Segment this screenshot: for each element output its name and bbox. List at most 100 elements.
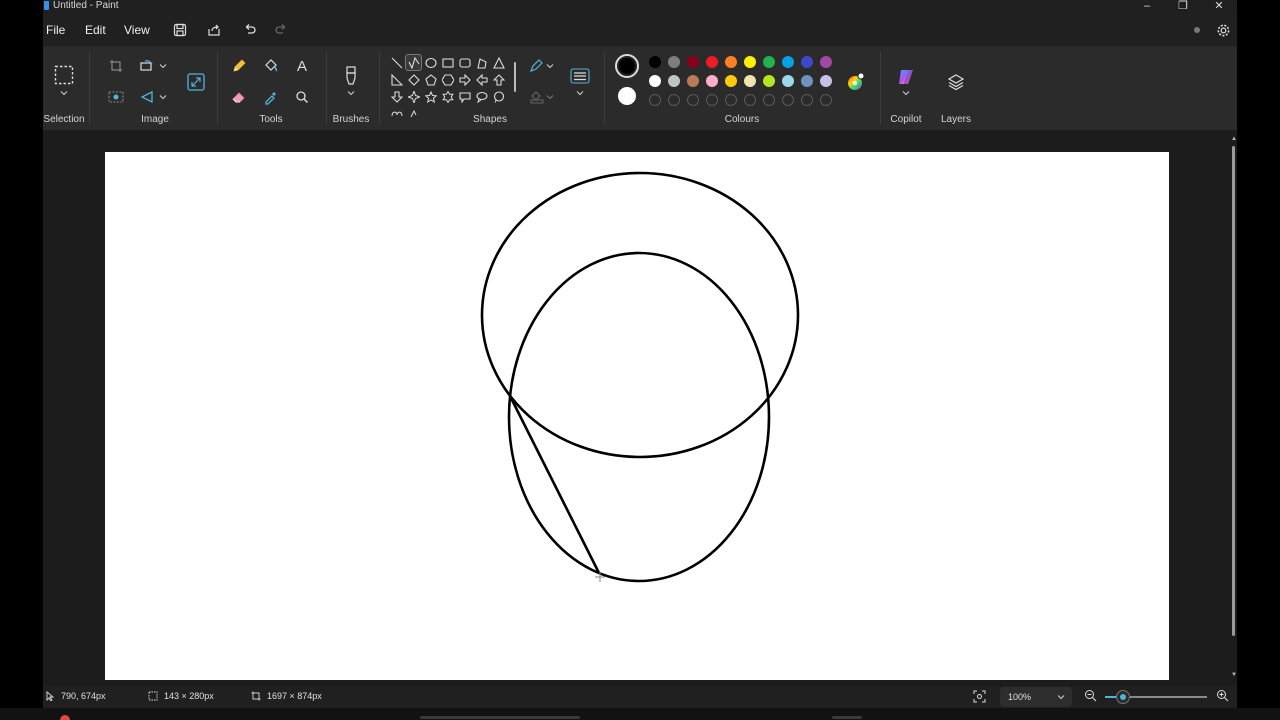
primary-colour-ring[interactable] bbox=[615, 54, 639, 78]
custom-colour-slot[interactable] bbox=[687, 94, 699, 106]
secondary-colour-swatch[interactable] bbox=[618, 87, 636, 105]
colour-swatch[interactable] bbox=[668, 56, 680, 68]
stroke-size-chevron-down-icon[interactable] bbox=[570, 88, 590, 98]
zoom-in-icon[interactable] bbox=[1216, 689, 1229, 704]
vertical-scrollbar[interactable]: ▲ ▼ bbox=[1229, 136, 1237, 678]
edit-colours-icon[interactable] bbox=[844, 71, 866, 93]
custom-colour-slot[interactable] bbox=[668, 94, 680, 106]
copilot-chevron-down-icon[interactable] bbox=[896, 88, 916, 98]
remove-background-icon[interactable] bbox=[106, 87, 126, 107]
zoom-dropdown[interactable]: 100% bbox=[1000, 687, 1072, 707]
copilot-icon[interactable] bbox=[895, 66, 917, 88]
selection-chevron-down-icon[interactable] bbox=[55, 88, 73, 98]
shapes-scrollbar[interactable] bbox=[514, 62, 516, 92]
diamond-shape-icon[interactable] bbox=[405, 71, 422, 88]
five-point-star-shape-icon[interactable] bbox=[422, 88, 439, 105]
six-point-star-shape-icon[interactable] bbox=[439, 88, 456, 105]
heart-shape-icon[interactable] bbox=[388, 105, 405, 122]
colour-swatch[interactable] bbox=[649, 56, 661, 68]
zoom-out-icon[interactable] bbox=[1084, 689, 1097, 704]
colour-swatch[interactable] bbox=[668, 75, 680, 87]
line-shape-icon[interactable] bbox=[388, 54, 405, 71]
oval-shape-icon[interactable] bbox=[422, 54, 439, 71]
custom-colour-slot[interactable] bbox=[706, 94, 718, 106]
minimize-button[interactable]: – bbox=[1129, 0, 1165, 12]
resize-image-icon[interactable] bbox=[185, 71, 207, 93]
hexagon-shape-icon[interactable] bbox=[439, 71, 456, 88]
rectangle-select-icon[interactable] bbox=[54, 65, 74, 85]
custom-colour-slot[interactable] bbox=[782, 94, 794, 106]
rectangle-shape-icon[interactable] bbox=[439, 54, 456, 71]
share-icon[interactable] bbox=[206, 22, 222, 38]
fill-bucket-icon[interactable] bbox=[261, 56, 281, 76]
taskbar-app-icon[interactable] bbox=[60, 715, 70, 720]
colour-swatch[interactable] bbox=[763, 75, 775, 87]
colour-swatch[interactable] bbox=[801, 75, 813, 87]
colour-swatch[interactable] bbox=[744, 75, 756, 87]
custom-colour-slot[interactable] bbox=[649, 94, 661, 106]
colour-swatch[interactable] bbox=[649, 75, 661, 87]
right-triangle-shape-icon[interactable] bbox=[388, 71, 405, 88]
eraser-icon[interactable] bbox=[229, 87, 249, 107]
cloud-callout-shape-icon[interactable] bbox=[490, 88, 507, 105]
menu-view[interactable]: View bbox=[124, 23, 150, 37]
colour-swatch[interactable] bbox=[744, 56, 756, 68]
pentagon-shape-icon[interactable] bbox=[422, 71, 439, 88]
close-button[interactable]: ✕ bbox=[1201, 0, 1237, 12]
taskbar-item[interactable] bbox=[832, 716, 862, 719]
settings-gear-icon[interactable] bbox=[1215, 22, 1231, 38]
custom-colour-slot[interactable] bbox=[744, 94, 756, 106]
colour-swatch[interactable] bbox=[782, 75, 794, 87]
pencil-icon[interactable] bbox=[229, 56, 249, 76]
four-point-star-shape-icon[interactable] bbox=[405, 88, 422, 105]
colour-swatch[interactable] bbox=[706, 75, 718, 87]
colour-swatch[interactable] bbox=[820, 75, 832, 87]
fit-to-window-icon[interactable] bbox=[973, 690, 986, 705]
text-tool-icon[interactable]: A bbox=[292, 56, 312, 76]
custom-colour-slot[interactable] bbox=[801, 94, 813, 106]
brush-icon[interactable] bbox=[341, 65, 361, 87]
maximize-button[interactable]: ❐ bbox=[1165, 0, 1201, 12]
colour-swatch[interactable] bbox=[725, 56, 737, 68]
magnifier-icon[interactable] bbox=[292, 87, 312, 107]
flip-icon[interactable] bbox=[137, 87, 157, 107]
save-icon[interactable] bbox=[172, 22, 188, 38]
colour-swatch[interactable] bbox=[687, 75, 699, 87]
rounded-rectangle-shape-icon[interactable] bbox=[456, 54, 473, 71]
undo-icon[interactable] bbox=[242, 22, 258, 38]
menu-file[interactable]: File bbox=[46, 23, 65, 37]
right-arrow-shape-icon[interactable] bbox=[456, 71, 473, 88]
outline-chevron-down-icon[interactable] bbox=[544, 56, 556, 76]
curve-shape-icon[interactable] bbox=[405, 54, 422, 71]
rect-callout-shape-icon[interactable] bbox=[456, 88, 473, 105]
menu-edit[interactable]: Edit bbox=[85, 23, 106, 37]
custom-colour-slot[interactable] bbox=[820, 94, 832, 106]
custom-colour-slot[interactable] bbox=[725, 94, 737, 106]
scroll-down-arrow-icon[interactable]: ▼ bbox=[1231, 672, 1237, 678]
vertical-scroll-thumb[interactable] bbox=[1232, 146, 1235, 636]
redo-icon[interactable] bbox=[273, 22, 289, 38]
triangle-shape-icon[interactable] bbox=[490, 54, 507, 71]
colour-swatch[interactable] bbox=[763, 56, 775, 68]
oval-callout-shape-icon[interactable] bbox=[473, 88, 490, 105]
left-arrow-shape-icon[interactable] bbox=[473, 71, 490, 88]
brushes-chevron-down-icon[interactable] bbox=[341, 88, 361, 98]
custom-colour-slot[interactable] bbox=[763, 94, 775, 106]
drawing-canvas[interactable] bbox=[105, 152, 1169, 680]
layers-icon[interactable] bbox=[945, 71, 967, 93]
fill-chevron-down-icon[interactable] bbox=[544, 87, 556, 107]
colour-swatch[interactable] bbox=[725, 75, 737, 87]
down-arrow-shape-icon[interactable] bbox=[388, 88, 405, 105]
scroll-up-arrow-icon[interactable]: ▲ bbox=[1231, 136, 1237, 142]
zoom-slider-thumb[interactable] bbox=[1117, 691, 1130, 703]
up-arrow-shape-icon[interactable] bbox=[490, 71, 507, 88]
lightning-shape-icon[interactable] bbox=[405, 105, 422, 122]
flip-chevron-down-icon[interactable] bbox=[156, 87, 170, 107]
rotate-chevron-down-icon[interactable] bbox=[156, 56, 170, 76]
colour-swatch[interactable] bbox=[782, 56, 794, 68]
colour-swatch[interactable] bbox=[801, 56, 813, 68]
rotate-icon[interactable] bbox=[137, 56, 157, 76]
crop-icon[interactable] bbox=[106, 56, 126, 76]
taskbar-item[interactable] bbox=[420, 716, 580, 719]
colour-swatch[interactable] bbox=[706, 56, 718, 68]
